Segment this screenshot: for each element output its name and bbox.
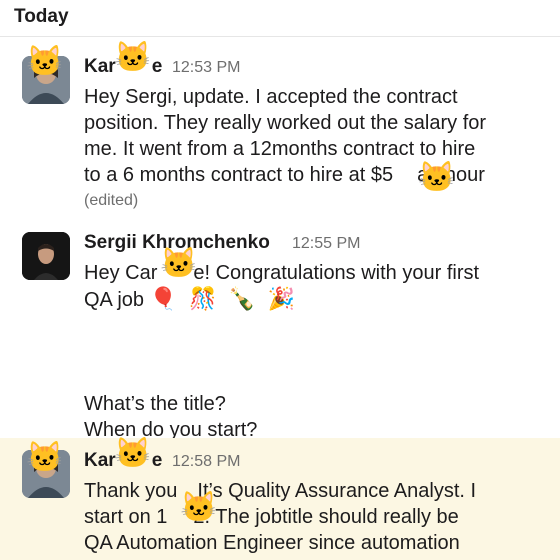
cat-face-icon: 🐱 bbox=[114, 41, 152, 74]
message-text: Hey Car e! Congratulations with your firs… bbox=[84, 262, 480, 441]
message-highlighted: Kar e 12:58 PM Thank you It’s Quality Assu… bbox=[0, 438, 560, 560]
avatar-photo bbox=[22, 232, 70, 280]
cat-face-icon: 🐱 bbox=[160, 247, 198, 280]
message: Kar e 12:53 PM Hey Sergi, update. I accep… bbox=[0, 42, 560, 220]
day-label: Today bbox=[14, 6, 69, 27]
emoji-reactions: 🎈🎊🍾🎉 bbox=[149, 286, 308, 311]
cat-face-icon: 🐱 bbox=[26, 441, 64, 474]
message: Sergii Khromchenko 12:55 PM Hey Car e! Co… bbox=[0, 222, 560, 441]
timestamp[interactable]: 12:58 PM bbox=[172, 453, 240, 471]
message-text: Thank you It’s Quality Assurance Analyst.… bbox=[84, 480, 477, 554]
cat-face-icon: 🐱 bbox=[26, 45, 64, 78]
cat-face-icon: 🐱 bbox=[180, 491, 218, 524]
day-divider bbox=[0, 36, 560, 37]
avatar[interactable] bbox=[22, 232, 70, 280]
timestamp[interactable]: 12:55 PM bbox=[292, 235, 360, 253]
cat-face-icon: 🐱 bbox=[114, 437, 152, 470]
cat-face-icon: 🐱 bbox=[418, 161, 456, 194]
edited-label: (edited) bbox=[84, 192, 139, 209]
timestamp[interactable]: 12:53 PM bbox=[172, 59, 240, 77]
message-text: Hey Sergi, update. I accepted the contra… bbox=[84, 84, 542, 214]
